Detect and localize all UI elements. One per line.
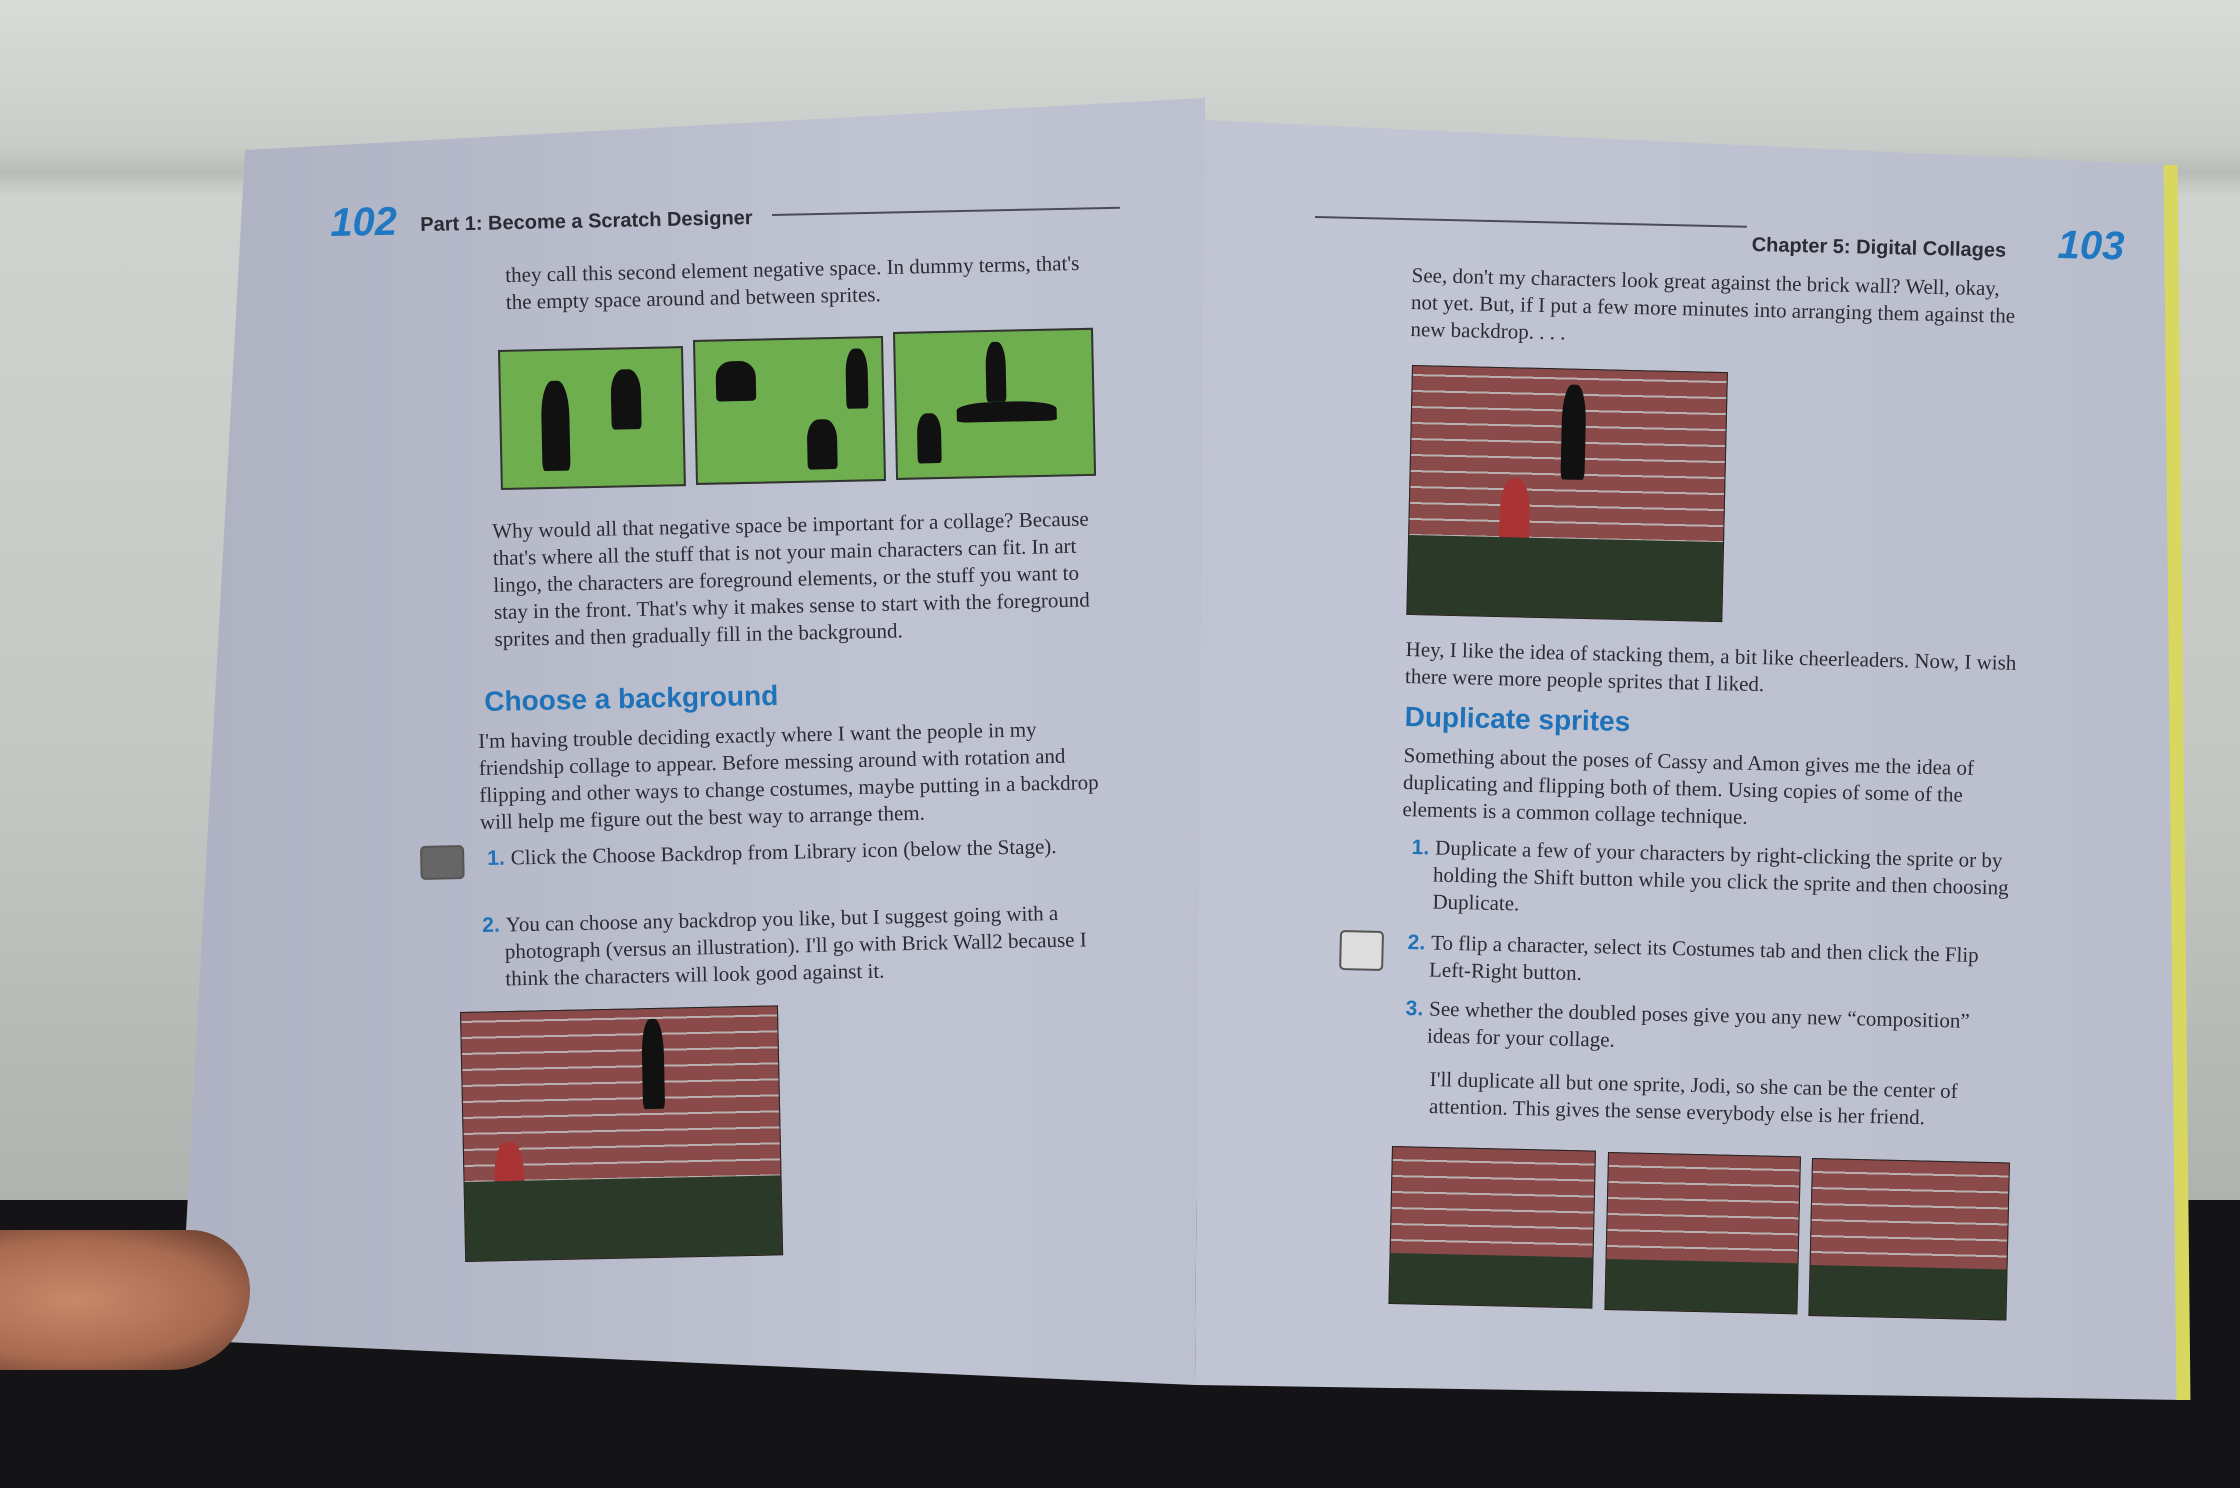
paragraph: Something about the poses of Cassy and A… — [1402, 742, 1975, 829]
duplicate-photo-3 — [1808, 1158, 2010, 1321]
section-heading: Choose a background — [483, 679, 779, 717]
green-figure-3 — [893, 327, 1097, 480]
paragraph: I'm having trouble deciding exactly wher… — [478, 717, 1099, 834]
page-number: 102 — [329, 199, 398, 245]
duplicate-photo-2 — [1604, 1152, 1801, 1315]
step-text: You can choose any backdrop you like, bu… — [504, 900, 1087, 991]
green-figure-2 — [693, 336, 886, 485]
section-heading: Duplicate sprites — [1404, 701, 1631, 738]
step-number: 2. — [482, 913, 501, 937]
step-number: 1. — [487, 846, 506, 870]
stacked-characters-photo — [1406, 365, 1728, 623]
brick-wall-photo — [460, 1005, 784, 1262]
step-number: 3. — [1405, 996, 1424, 1021]
flip-left-right-icon — [1339, 930, 1384, 971]
intro-text: See, don't my characters look great agai… — [1410, 262, 2016, 345]
duplicate-photo-1 — [1388, 1146, 1596, 1309]
paragraph: Why would all that negative space be imp… — [492, 506, 1091, 651]
step-text: Duplicate a few of your characters by ri… — [1432, 835, 2009, 916]
page-number: 103 — [2057, 223, 2125, 269]
backdrop-library-icon — [420, 845, 465, 880]
step-number: 2. — [1407, 930, 1426, 955]
green-figure-1 — [498, 346, 686, 490]
hand — [0, 1230, 250, 1370]
running-head: Chapter 5: Digital Collages — [1751, 233, 2007, 262]
step-number: 1. — [1411, 835, 1430, 860]
step-2: 2. You can choose any backdrop you like, … — [482, 899, 1104, 993]
step-1: 1. Duplicate a few of your characters by … — [1410, 834, 2017, 929]
